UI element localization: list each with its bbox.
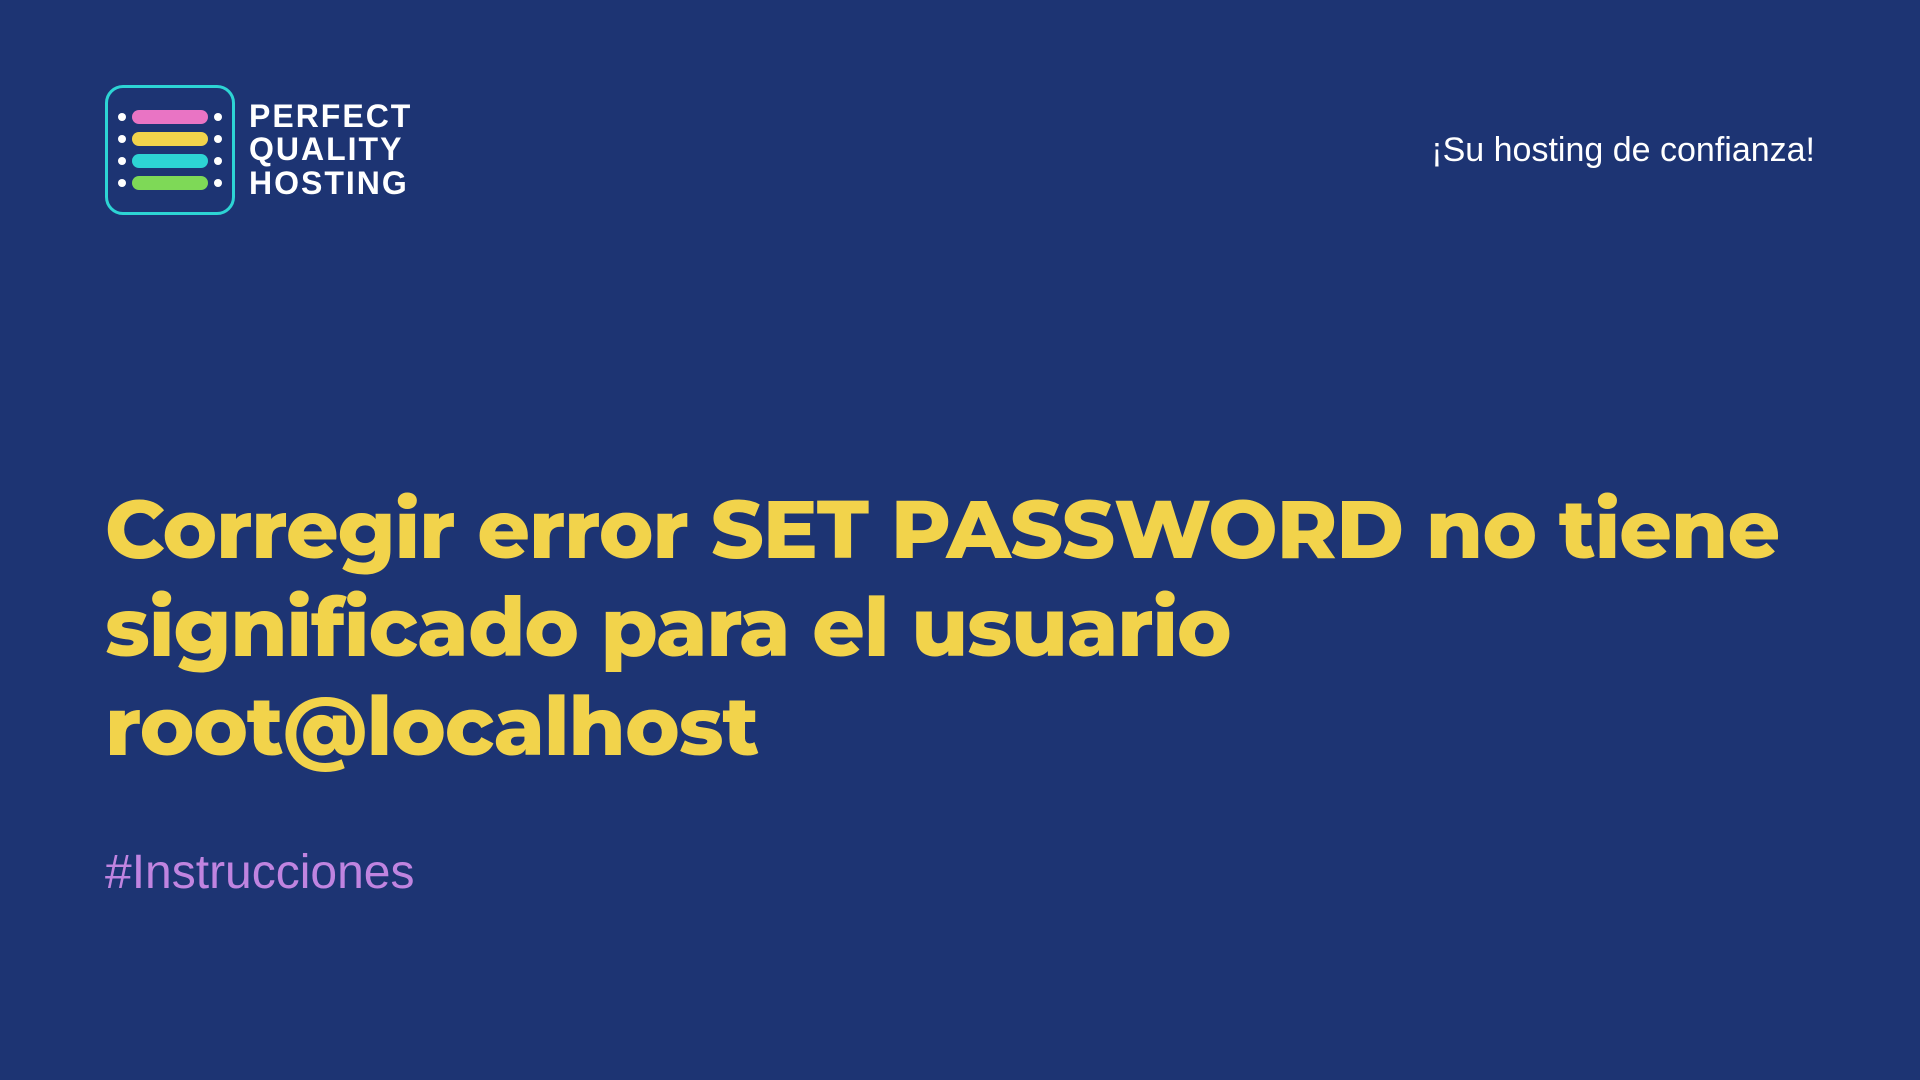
logo-bar-row bbox=[118, 154, 222, 168]
logo-bar-row bbox=[118, 176, 222, 190]
dot-icon bbox=[214, 113, 222, 121]
logo-text-line: Quality bbox=[249, 133, 412, 167]
bar-icon bbox=[132, 176, 208, 190]
logo-text: Perfect Quality Hosting bbox=[249, 100, 412, 201]
logo-bar-row bbox=[118, 132, 222, 146]
header: Perfect Quality Hosting ¡Su hosting de c… bbox=[105, 85, 1815, 215]
logo-text-line: Hosting bbox=[249, 167, 412, 201]
dot-icon bbox=[214, 135, 222, 143]
dot-icon bbox=[118, 113, 126, 121]
main-content: Corregir error SET PASSWORD no tiene sig… bbox=[105, 480, 1815, 900]
logo-text-line: Perfect bbox=[249, 100, 412, 134]
dot-icon bbox=[118, 157, 126, 165]
bar-icon bbox=[132, 154, 208, 168]
logo-icon bbox=[105, 85, 235, 215]
bar-icon bbox=[132, 110, 208, 124]
logo: Perfect Quality Hosting bbox=[105, 85, 412, 215]
tagline: ¡Su hosting de confianza! bbox=[1431, 131, 1815, 170]
dot-icon bbox=[214, 157, 222, 165]
page-container: Perfect Quality Hosting ¡Su hosting de c… bbox=[0, 0, 1920, 1080]
dot-icon bbox=[214, 179, 222, 187]
dot-icon bbox=[118, 135, 126, 143]
page-title: Corregir error SET PASSWORD no tiene sig… bbox=[105, 480, 1815, 775]
hashtag: #Instrucciones bbox=[105, 845, 1815, 900]
dot-icon bbox=[118, 179, 126, 187]
bar-icon bbox=[132, 132, 208, 146]
logo-bar-row bbox=[118, 110, 222, 124]
